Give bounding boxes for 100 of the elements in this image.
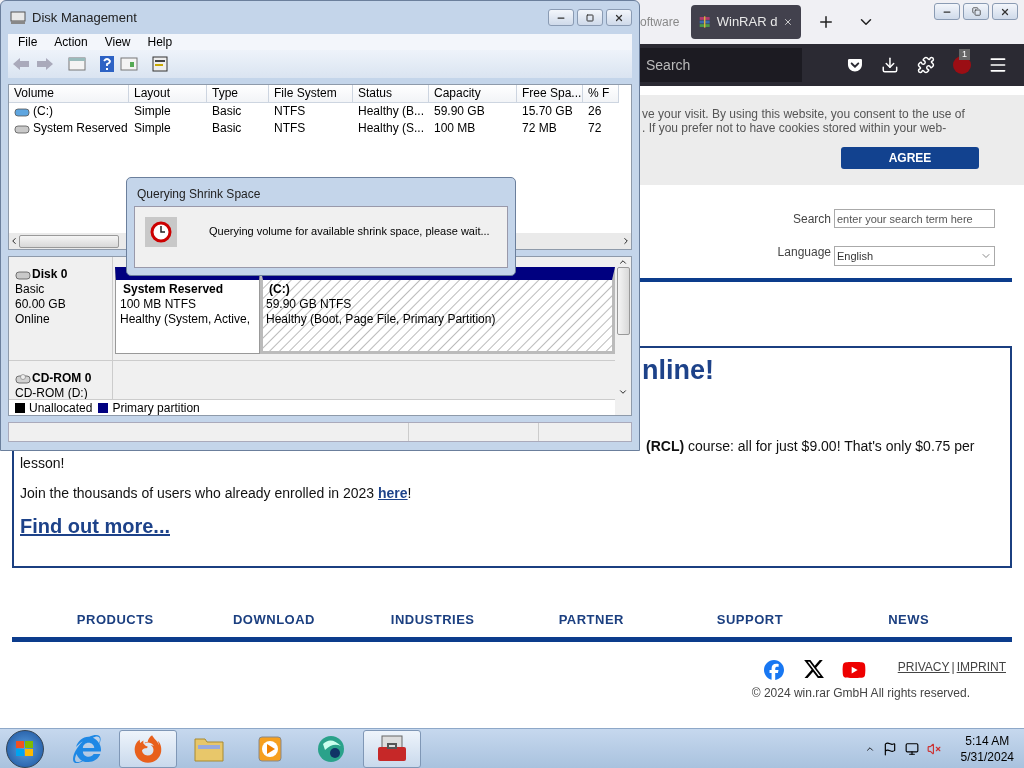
table-cell: 15.70 GB (522, 103, 573, 120)
facebook-icon[interactable] (763, 659, 784, 680)
language-label: Language (777, 244, 831, 261)
start-button[interactable] (6, 729, 44, 768)
close-icon (1000, 6, 1010, 17)
nav-link[interactable]: PRODUCTS (36, 610, 195, 630)
table-cell: 26 (588, 103, 602, 120)
legend-label: Unallocated (29, 399, 93, 417)
imprint-link[interactable]: IMPRINT (956, 659, 1006, 674)
table-cell: Basic (212, 103, 242, 120)
column-header[interactable]: Capacity (429, 85, 517, 103)
find-out-more-link[interactable]: Find out more... (20, 518, 170, 535)
disk-info: Online (15, 312, 51, 327)
toolbox-icon[interactable] (376, 734, 408, 763)
minimize-button[interactable] (548, 9, 574, 26)
minimize-button[interactable] (934, 3, 960, 20)
nav-link[interactable]: PARTNER (512, 610, 671, 630)
menu-icon[interactable] (988, 55, 1008, 75)
table-cell: 59.90 GB (434, 103, 485, 120)
firefox-icon[interactable] (134, 734, 162, 763)
taskbar-button[interactable] (363, 729, 421, 768)
menu-item[interactable]: File (18, 33, 38, 51)
language-select[interactable]: English (834, 246, 995, 266)
scroll-down-icon[interactable] (618, 387, 628, 397)
nav-link[interactable]: INDUSTRIES (353, 610, 512, 630)
table-cell: System Reserved (33, 120, 128, 137)
disk-name: Disk 0 (32, 267, 68, 282)
agree-button[interactable]: AGREE (841, 147, 979, 169)
x-icon[interactable] (802, 657, 825, 680)
properties-icon[interactable] (152, 56, 168, 72)
disk-info: 60.00 GB (15, 297, 67, 312)
search-label: Search (792, 210, 831, 228)
column-header[interactable]: Status (353, 85, 429, 103)
here-link[interactable]: here (378, 485, 408, 501)
promo-heading: nline! (642, 354, 714, 386)
window-title: Disk Management (32, 8, 137, 27)
site-search-field[interactable]: enter your search term here (834, 209, 995, 228)
nav-link[interactable]: NEWS (829, 610, 988, 630)
copyright-text: © 2024 win.rar GmbH All rights reserved. (751, 684, 970, 702)
partition-block[interactable]: (C:) 59.90 GB NTFS Healthy (Boot, Page File, Primary Partition) (260, 267, 615, 354)
clock-icon (145, 217, 177, 247)
disk-info: CD-ROM (D:) (15, 386, 89, 401)
dialog-message: Querying volume for available shrink space, please wait... (209, 224, 490, 239)
view-icon[interactable] (120, 57, 138, 71)
drive-icon (15, 269, 31, 280)
column-header[interactable]: File System (269, 85, 353, 103)
flag-icon[interactable] (882, 741, 897, 756)
partition-name: System Reserved (122, 281, 225, 297)
puzzle-icon[interactable] (917, 56, 936, 74)
close-button[interactable] (992, 3, 1018, 20)
promo-text: Join the thousands of users who already enrolled in 2023 here! (19, 485, 413, 502)
nav-link[interactable]: SUPPORT (670, 610, 830, 630)
drive-icon (15, 373, 31, 384)
network-icon[interactable] (904, 741, 919, 756)
table-cell: Healthy (S... (358, 120, 425, 137)
maximize-icon (586, 13, 594, 22)
search-field[interactable]: Search (640, 48, 803, 82)
restore-icon (971, 7, 981, 16)
menu-item[interactable]: Action (54, 33, 88, 51)
cookie-text: ve your visit. By using this website, you consent to the use of (642, 107, 966, 121)
media-player-icon[interactable] (256, 734, 284, 763)
close-icon (614, 12, 624, 23)
scroll-right-icon[interactable] (621, 236, 631, 246)
archive-icon (699, 14, 711, 30)
table-cell: NTFS (274, 120, 306, 137)
privacy-link[interactable]: PRIVACY (897, 659, 950, 674)
table-cell: Simple (134, 120, 171, 137)
disk-info: Basic (15, 282, 46, 297)
pocket-icon[interactable] (847, 57, 864, 73)
link-separator: | (951, 659, 955, 674)
promo-text: (RCL) course: all for just $9.00! That's only $0.75 per (646, 438, 975, 455)
clock[interactable]: 5:14 AM 5/31/2024 (960, 732, 1014, 765)
table-cell: NTFS (274, 103, 306, 120)
menu-item[interactable]: View (104, 33, 131, 51)
cookie-text: . If you prefer not to have cookies stored within your web- (642, 121, 948, 135)
scrollbar-thumb[interactable] (616, 267, 630, 335)
scrollbar-thumb[interactable] (19, 234, 119, 248)
sphere-icon[interactable] (315, 733, 347, 764)
column-header[interactable]: Free Spa... (517, 85, 583, 103)
nav-link[interactable]: DOWNLOAD (194, 610, 354, 630)
scroll-left-icon[interactable] (9, 236, 19, 246)
column-header[interactable]: Volume (9, 85, 129, 103)
legend-label: Primary partition (112, 399, 200, 417)
table-cell: Simple (134, 103, 171, 120)
browser-tab[interactable]: WinRAR d (691, 5, 802, 39)
close-button[interactable] (606, 9, 632, 26)
help-icon[interactable] (100, 56, 114, 72)
download-icon[interactable] (881, 56, 900, 74)
disk-name: CD-ROM 0 (32, 371, 92, 386)
volume-muted-icon[interactable] (926, 741, 941, 756)
column-header[interactable]: % F (583, 85, 619, 103)
column-header[interactable]: Type (207, 85, 269, 103)
scroll-up-icon[interactable] (618, 257, 628, 267)
column-header[interactable]: Layout (129, 85, 207, 103)
table-cell: 100 MB (434, 120, 476, 137)
menu-item[interactable]: Help (147, 33, 173, 51)
partition-size: 59.90 GB NTFS (266, 297, 353, 312)
drive-icon (14, 106, 30, 117)
dialog-title: Querying Shrink Space (136, 186, 262, 203)
table-cell: 72 MB (522, 120, 557, 137)
